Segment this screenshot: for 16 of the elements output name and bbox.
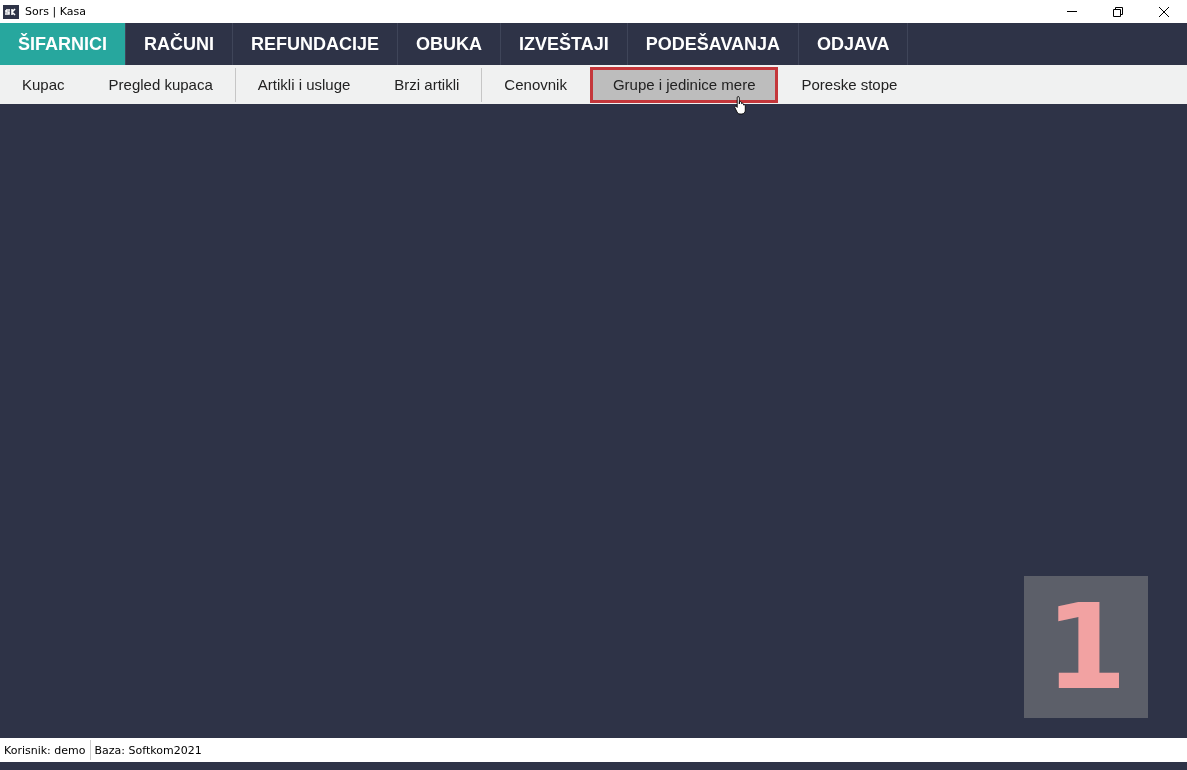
submenu-item[interactable]: Artikli i usluge [236,66,372,103]
window-title: Sors | Kasa [25,5,86,18]
submenu-item[interactable]: Poreske stope [780,66,919,103]
status-text: Korisnik: demo [3,743,87,757]
submenu-item[interactable]: Cenovnik [483,66,588,103]
submenu-item[interactable]: Grupe i jedinice mere [589,66,779,103]
submenu-item[interactable]: Brzi artikli [373,66,481,103]
submenu-item[interactable]: Kupac [1,66,86,103]
minimize-icon [1067,11,1077,12]
step-badge: 1 [1024,576,1148,718]
restore-icon [1112,5,1124,18]
submenu-item[interactable]: Pregled kupaca [87,66,234,103]
hand-cursor-icon [734,95,748,115]
close-icon [1158,5,1170,18]
app-logo-icon [3,4,19,19]
status-text: Baza: Softkom2021 [93,743,203,757]
